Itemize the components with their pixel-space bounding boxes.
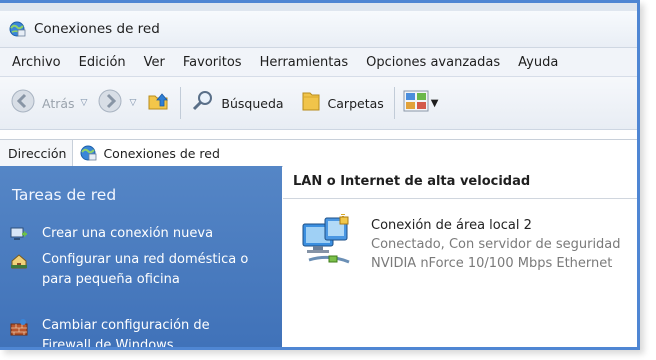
- firewall-icon: [10, 318, 28, 340]
- task-create-connection[interactable]: Crear una conexión nueva: [10, 224, 252, 246]
- task-create-connection-label: Crear una conexión nueva: [42, 226, 214, 241]
- views-dropdown-icon[interactable]: ▼: [431, 98, 439, 109]
- up-folder-icon: [146, 89, 170, 117]
- group-divider: [283, 198, 637, 199]
- explorer-window: Conexiones de red Archivo Edición Ver Fa…: [0, 0, 640, 350]
- toolbar: Atrás ▽ ▽ Búsqueda Carpetas ▼: [0, 77, 637, 130]
- top-strip: [0, 3, 637, 11]
- task-home-network-label: Configurar una red doméstica o para pequ…: [42, 252, 249, 287]
- menu-edicion[interactable]: Edición: [70, 55, 135, 70]
- back-label: Atrás: [42, 95, 75, 111]
- task-firewall-label: Cambiar configuración de Firewall de Win…: [42, 318, 210, 350]
- search-button[interactable]: Búsqueda: [191, 89, 284, 117]
- address-network-icon: [79, 144, 97, 162]
- forward-dropdown-icon[interactable]: ▽: [129, 98, 136, 108]
- address-label: Dirección: [0, 140, 74, 166]
- search-label: Búsqueda: [221, 95, 284, 111]
- group-header: LAN o Internet de alta velocidad: [293, 174, 531, 189]
- forward-button[interactable]: [97, 88, 123, 118]
- back-button[interactable]: Atrás: [10, 88, 75, 118]
- folders-label: Carpetas: [327, 95, 384, 111]
- back-arrow-icon: [10, 88, 36, 118]
- menu-archivo[interactable]: Archivo: [0, 55, 70, 70]
- address-bar: Dirección Conexiones de red: [0, 139, 637, 167]
- connection-device: NVIDIA nForce 10/100 Mbps Ethernet: [371, 256, 613, 271]
- menu-favoritos[interactable]: Favoritos: [174, 55, 251, 70]
- home-network-icon: [10, 252, 28, 274]
- forward-arrow-icon: [97, 88, 123, 118]
- connections-list: LAN o Internet de alta velocidad Conexió…: [283, 166, 637, 347]
- task-firewall[interactable]: Cambiar configuración de Firewall de Win…: [10, 316, 252, 350]
- new-connection-icon: [10, 226, 28, 246]
- search-icon: [191, 89, 215, 117]
- back-dropdown-icon[interactable]: ▽: [81, 98, 88, 108]
- folder-icon: [300, 89, 322, 117]
- task-pane: Tareas de red Crear una conexión nueva C…: [0, 166, 282, 350]
- window-title: Conexiones de red: [34, 21, 160, 37]
- network-connections-icon: [8, 20, 26, 38]
- menu-ayuda[interactable]: Ayuda: [509, 55, 567, 70]
- up-folder-button[interactable]: [146, 89, 170, 117]
- task-home-network[interactable]: Configurar una red doméstica o para pequ…: [10, 250, 252, 290]
- connection-status: Conectado, Con servidor de seguridad: [371, 237, 621, 252]
- menu-herramientas[interactable]: Herramientas: [251, 55, 358, 70]
- menu-bar: Archivo Edición Ver Favoritos Herramient…: [0, 48, 637, 77]
- title-bar: Conexiones de red: [0, 11, 637, 48]
- lan-connection-icon: [299, 213, 359, 270]
- connection-name: Conexión de área local 2: [371, 218, 532, 233]
- folders-button[interactable]: Carpetas: [300, 89, 384, 117]
- address-value[interactable]: Conexiones de red: [103, 146, 219, 161]
- menu-opciones-avanzadas[interactable]: Opciones avanzadas: [357, 55, 509, 70]
- menu-ver[interactable]: Ver: [135, 55, 174, 70]
- views-icon: [403, 90, 429, 116]
- views-button[interactable]: ▼: [403, 90, 439, 116]
- toolbar-separator-2: [393, 87, 395, 119]
- task-pane-title: Tareas de red: [12, 186, 117, 204]
- toolbar-separator: [180, 87, 182, 119]
